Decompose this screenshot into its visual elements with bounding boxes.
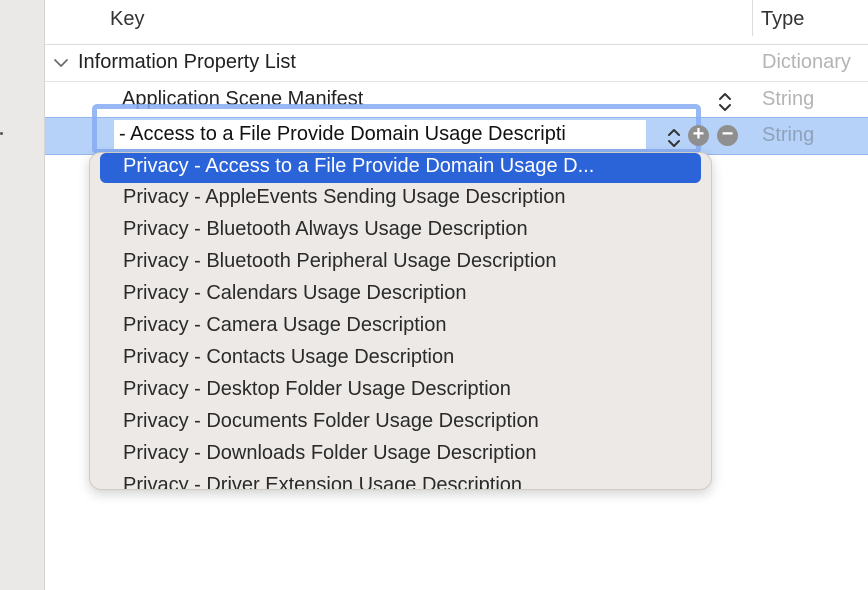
chevron-down-icon[interactable] [53,55,69,71]
row-type-label: Dictionary [762,51,851,73]
dropdown-item[interactable]: Privacy - Bluetooth Always Usage Descrip… [90,215,711,247]
row-key-label: Information Property List [78,51,296,73]
gutter-marker [0,132,3,135]
dropdown-item[interactable]: Privacy - Documents Folder Usage Descrip… [90,407,711,439]
key-edit-value: - Access to a File Provide Domain Usage … [119,123,566,145]
dropdown-item[interactable]: Privacy - Desktop Folder Usage Descripti… [90,375,711,407]
dropdown-item[interactable]: Privacy - Contacts Usage Description [90,343,711,375]
key-suggestions-dropdown[interactable]: Privacy - Access to a File Provide Domai… [89,152,712,490]
dropdown-item[interactable]: Privacy - Camera Usage Description [90,311,711,343]
stepper-icon[interactable] [666,126,682,150]
column-header-key[interactable]: Key [110,8,144,31]
column-separator[interactable] [752,0,753,36]
dropdown-list: Privacy - Access to a File Provide Domai… [90,153,711,489]
minus-icon: − [721,123,734,145]
row-type-label: String [762,88,815,110]
dropdown-item[interactable]: Privacy - Access to a File Provide Domai… [100,153,701,183]
row-information-property-list[interactable]: Information Property List Dictionary [45,45,868,82]
table-header: Key Type [45,0,868,45]
left-sidebar-gutter [0,0,45,590]
add-row-button[interactable]: + [688,123,709,146]
stepper-icon[interactable] [717,91,733,113]
key-edit-field[interactable]: - Access to a File Provide Domain Usage … [114,120,646,149]
dropdown-item[interactable]: Privacy - AppleEvents Sending Usage Desc… [90,183,711,215]
dropdown-item[interactable]: Privacy - Bluetooth Peripheral Usage Des… [90,247,711,279]
column-header-type[interactable]: Type [761,8,804,31]
dropdown-item[interactable]: Privacy - Driver Extension Usage Descrip… [90,471,711,489]
row-type-label: String [762,124,815,146]
dropdown-item[interactable]: Privacy - Calendars Usage Description [90,279,711,311]
plus-icon: + [692,123,705,145]
dropdown-item[interactable]: Privacy - Downloads Folder Usage Descrip… [90,439,711,471]
remove-row-button[interactable]: − [717,123,738,146]
